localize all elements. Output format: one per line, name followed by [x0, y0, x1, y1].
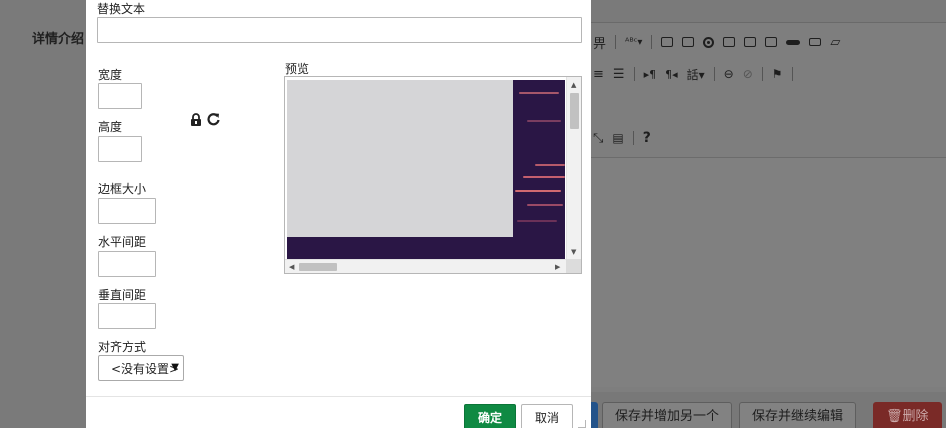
hspace-label: 水平间距 [98, 235, 147, 249]
resize-grip-icon[interactable] [578, 420, 586, 428]
imagebutton-icon[interactable] [809, 38, 822, 46]
textarea-icon[interactable] [744, 37, 757, 47]
toolbar-separator [791, 67, 793, 81]
form-icon[interactable] [661, 37, 674, 47]
hspace-input[interactable] [98, 251, 156, 277]
height-input[interactable] [98, 136, 142, 162]
preview-streak [527, 204, 563, 206]
preview-streak [527, 120, 561, 122]
radio-icon[interactable] [703, 36, 715, 48]
anchor-icon[interactable]: ⚑ [772, 67, 783, 81]
trash-icon: 🗑 [886, 409, 903, 424]
vertical-scroll-thumb[interactable] [570, 93, 579, 129]
preview-streak [535, 164, 565, 166]
help-icon[interactable]: ? [643, 130, 651, 146]
link-icon[interactable]: ⊖ [724, 67, 734, 81]
preview-image-light-area [287, 80, 513, 237]
preview-label: 预览 [285, 62, 310, 76]
rtl-icon[interactable]: ¶◂ [665, 68, 678, 81]
preview-streak [517, 220, 557, 222]
preview-streak [519, 92, 559, 94]
scroll-up-icon[interactable]: ▲ [571, 81, 576, 89]
border-label: 边框大小 [98, 182, 147, 196]
vspace-label: 垂直间距 [98, 288, 147, 302]
toolbar-separator [632, 131, 634, 145]
save-continue-button[interactable]: 保存并继续编辑 [739, 402, 857, 428]
chevron-down-icon: ▼ [171, 362, 179, 373]
scroll-down-icon[interactable]: ▼ [571, 248, 576, 256]
editor-toolbar-row-3: ⤡ ▤ ? [593, 127, 651, 149]
showblocks-icon[interactable]: ▤ [612, 131, 623, 145]
button-icon[interactable] [786, 39, 801, 45]
toolbar-separator [713, 67, 715, 81]
save-add-another-button[interactable]: 保存并增加另一个 [602, 402, 733, 428]
scroll-left-icon[interactable]: ◀ [289, 263, 294, 271]
preview-image [287, 80, 565, 261]
cancel-button[interactable]: 取消 [521, 404, 573, 428]
format-icon[interactable]: 畀 [593, 33, 606, 52]
height-label: 高度 [98, 120, 123, 134]
horizontal-scroll-thumb[interactable] [299, 263, 337, 271]
maximize-icon[interactable]: ⤡ [593, 131, 603, 146]
vspace-input[interactable] [98, 303, 156, 329]
scroll-right-icon[interactable]: ▶ [555, 263, 560, 271]
delete-label: 删除 [902, 409, 929, 424]
width-input[interactable] [98, 83, 142, 109]
alt-text-input[interactable] [97, 17, 582, 43]
unlink-icon[interactable]: ⊘ [743, 67, 753, 81]
toolbar-separator [651, 35, 653, 49]
ok-button[interactable]: 确定 [464, 404, 516, 428]
toolbar-separator [633, 67, 635, 81]
lock-icon[interactable] [190, 113, 202, 126]
align-justify-icon[interactable]: ☰ [613, 67, 625, 82]
align-label: 对齐方式 [98, 340, 147, 354]
select-icon[interactable] [765, 37, 778, 47]
width-label: 宽度 [98, 68, 123, 82]
align-center-icon[interactable]: ≡ [593, 67, 604, 82]
spellcheck-icon[interactable]: ᴬᴮᶜ▾ [625, 37, 642, 48]
editor-toolbar-row-1: 畀 ᴬᴮᶜ▾ ▱ [593, 31, 840, 53]
image-properties-dialog: 替换文本 宽度 高度 边框大小 水平间距 垂直间距 对齐方式 <没有设置> ▼ … [86, 0, 591, 428]
align-selected-value: <没有设置> [111, 361, 180, 376]
detail-field-label: 详情介绍 [32, 32, 85, 47]
hiddenfield-icon[interactable]: ▱ [830, 35, 840, 50]
language-icon[interactable]: 話▾ [687, 66, 705, 83]
delete-button[interactable]: 🗑删除 [873, 402, 942, 428]
border-input[interactable] [98, 198, 156, 224]
editor-toolbar-row-2: ≡ ☰ ▸¶ ¶◂ 話▾ ⊖ ⊘ ⚑ [593, 63, 793, 85]
toolbar-separator [761, 67, 763, 81]
checkbox-icon[interactable] [682, 37, 695, 47]
scrollbar-corner [566, 259, 581, 273]
alt-text-label: 替换文本 [97, 2, 146, 16]
editor-content-area[interactable] [590, 157, 946, 387]
textfield-icon[interactable] [723, 37, 736, 47]
preview-horizontal-scrollbar[interactable]: ◀ ▶ [285, 259, 567, 273]
preview-streak [523, 176, 565, 178]
align-select[interactable]: <没有设置> ▼ [98, 355, 184, 381]
ltr-icon[interactable]: ▸¶ [644, 68, 657, 81]
preview-streak [515, 190, 561, 192]
toolbar-separator [615, 35, 617, 49]
reset-size-icon[interactable] [207, 112, 220, 126]
image-preview: ▲ ▼ ◀ ▶ [284, 76, 582, 274]
preview-vertical-scrollbar[interactable]: ▲ ▼ [566, 77, 581, 260]
